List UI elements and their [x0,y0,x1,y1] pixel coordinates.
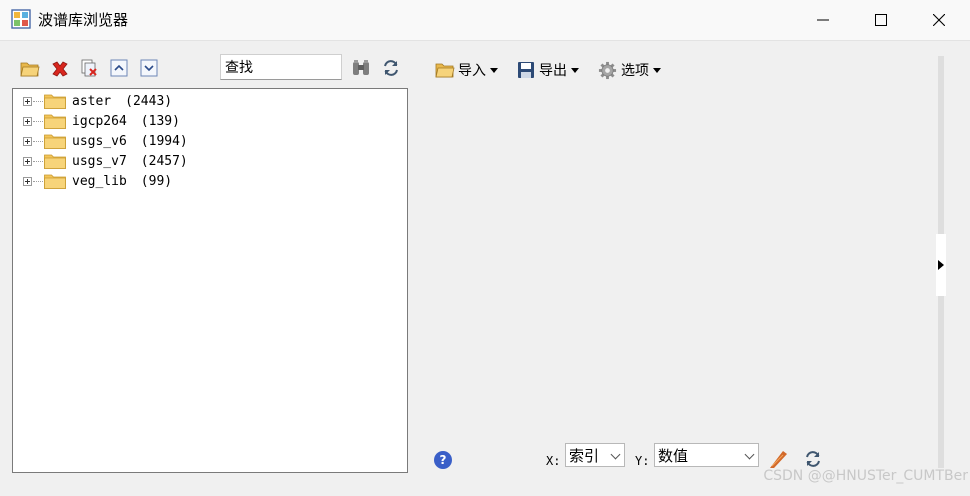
collapse-panel-button[interactable] [936,234,946,296]
import-menu[interactable]: 导入 [435,60,498,80]
gear-icon [598,61,617,79]
tree-node[interactable]: igcp264 (139) [23,111,393,131]
refresh-icon[interactable] [381,58,401,78]
move-up-icon[interactable] [110,59,130,79]
tree-node-count: (2443) [125,93,173,109]
save-icon [518,62,534,78]
library-tree[interactable]: aster (2443) igcp264 (139) usgs_v6 (1994… [12,88,408,473]
open-folder-icon[interactable] [20,58,40,78]
x-axis-select-value: 索引 [569,446,600,465]
brush-icon[interactable] [768,449,788,469]
chevron-down-icon [744,449,755,460]
close-icon [933,14,945,26]
remove-library-icon[interactable] [80,58,100,78]
title-bar: 波谱库浏览器 [0,0,970,41]
help-icon[interactable]: ? [434,451,452,469]
folder-icon [44,154,66,169]
tree-node[interactable]: usgs_v6 (1994) [23,131,393,151]
y-axis-select[interactable]: 数值 [654,443,759,467]
delete-icon[interactable] [50,59,70,79]
export-label: 导出 [539,63,567,79]
maximize-button[interactable] [852,0,910,40]
tree-node-count: (99) [140,173,173,189]
tree-node-name: usgs_v6 [72,133,127,149]
move-down-icon[interactable] [140,59,160,79]
y-axis-label: Y: [635,454,650,468]
expand-icon[interactable] [23,116,32,126]
tree-node-name: igcp264 [72,113,127,129]
tree-node[interactable]: aster (2443) [23,91,393,111]
tree-node-count: (2457) [140,153,188,169]
folder-icon [44,114,66,129]
import-label: 导入 [458,63,486,79]
search-input[interactable] [220,54,342,80]
export-menu[interactable]: 导出 [517,60,579,80]
close-button[interactable] [910,0,968,40]
x-axis-select[interactable]: 索引 [565,443,625,467]
maximize-icon [875,14,887,26]
dropdown-caret-icon [490,67,498,73]
tree-node-name: veg_lib [72,173,127,189]
binoculars-icon[interactable] [351,58,371,78]
window-title: 波谱库浏览器 [38,11,129,29]
tree-node-count: (139) [140,113,180,129]
tree-node-name: usgs_v7 [72,153,127,169]
app-icon [11,9,31,29]
folder-icon [44,134,66,149]
folder-icon [44,174,66,189]
chevron-down-icon [610,449,621,460]
refresh-plot-icon[interactable] [803,449,823,469]
expand-icon[interactable] [23,176,32,186]
options-menu[interactable]: 选项 [598,60,661,80]
tree-node[interactable]: usgs_v7 (2457) [23,151,393,171]
options-label: 选项 [621,63,649,79]
expand-icon[interactable] [23,136,32,146]
folder-icon [44,94,66,109]
tree-node-count: (1994) [140,133,188,149]
minimize-icon [817,19,829,21]
watermark: CSDN @@HNUSTer_CUMTBer [763,468,968,484]
y-axis-select-value: 数值 [658,446,689,465]
expand-icon[interactable] [23,96,32,106]
expand-icon[interactable] [23,156,32,166]
tree-node-name: aster [72,93,112,109]
dropdown-caret-icon [653,67,661,73]
tree-node[interactable]: veg_lib (99) [23,171,393,191]
import-folder-icon [435,63,455,78]
minimize-button[interactable] [794,0,852,40]
x-axis-label: X: [546,454,561,468]
dropdown-caret-icon [571,67,579,73]
